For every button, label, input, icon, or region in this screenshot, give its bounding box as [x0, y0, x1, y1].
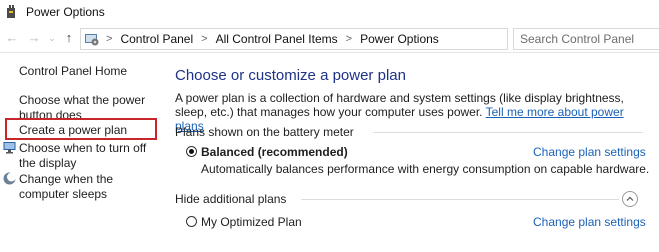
breadcrumb-separator: > — [345, 33, 353, 45]
search-box[interactable] — [513, 28, 659, 50]
plan-name-my-optimized[interactable]: My Optimized Plan — [201, 215, 302, 229]
title-bar: Power Options — [0, 0, 659, 24]
sidebar-item-control-panel-home[interactable]: Control Panel Home — [19, 64, 127, 79]
power-options-icon — [7, 5, 15, 18]
chevron-up-icon — [626, 196, 634, 201]
breadcrumb-all-items[interactable]: All Control Panel Items — [216, 32, 338, 46]
breadcrumb-power-options[interactable]: Power Options — [360, 32, 439, 46]
change-plan-settings-my-optimized[interactable]: Change plan settings — [533, 215, 646, 229]
moon-icon — [3, 172, 16, 185]
breadcrumb-separator: > — [201, 33, 208, 45]
address-bar[interactable]: > Control Panel > All Control Panel Item… — [80, 28, 508, 50]
display-icon — [3, 142, 16, 154]
back-arrow-icon[interactable]: ← — [5, 31, 19, 45]
control-panel-icon — [85, 34, 99, 46]
hide-additional-plans-label[interactable]: Hide additional plans — [175, 192, 286, 206]
collapse-button[interactable] — [622, 191, 638, 207]
sidebar: Control Panel Home Choose what the power… — [0, 54, 165, 252]
breadcrumb-control-panel[interactable]: Control Panel — [120, 32, 193, 46]
plan-description-balanced: Automatically balances performance with … — [201, 162, 650, 176]
sidebar-item-create-power-plan[interactable]: Create a power plan — [19, 123, 127, 138]
plan-name-balanced[interactable]: Balanced (recommended) — [201, 145, 348, 159]
section-divider — [373, 132, 643, 133]
change-plan-settings-balanced[interactable]: Change plan settings — [533, 145, 646, 159]
sidebar-item-computer-sleeps[interactable]: Change when the computer sleeps — [19, 172, 159, 202]
navigation-bar: ← → ⌄ ↑ > Control Panel > All Control Pa… — [0, 25, 659, 53]
balanced-radio[interactable] — [186, 146, 197, 157]
battery-section-title: Plans shown on the battery meter — [175, 125, 354, 139]
section-divider — [301, 199, 619, 200]
main-content: Choose or customize a power plan A power… — [165, 54, 659, 252]
my-optimized-plan-radio[interactable] — [186, 216, 197, 227]
window-title: Power Options — [26, 5, 105, 19]
chevron-down-icon[interactable]: ⌄ — [45, 31, 59, 45]
sidebar-item-turn-off-display[interactable]: Choose when to turn off the display — [19, 141, 159, 171]
search-input[interactable] — [514, 29, 654, 49]
forward-arrow-icon[interactable]: → — [27, 31, 41, 45]
page-title: Choose or customize a power plan — [175, 67, 406, 84]
up-arrow-icon[interactable]: ↑ — [62, 31, 76, 45]
breadcrumb-separator: > — [106, 33, 113, 45]
